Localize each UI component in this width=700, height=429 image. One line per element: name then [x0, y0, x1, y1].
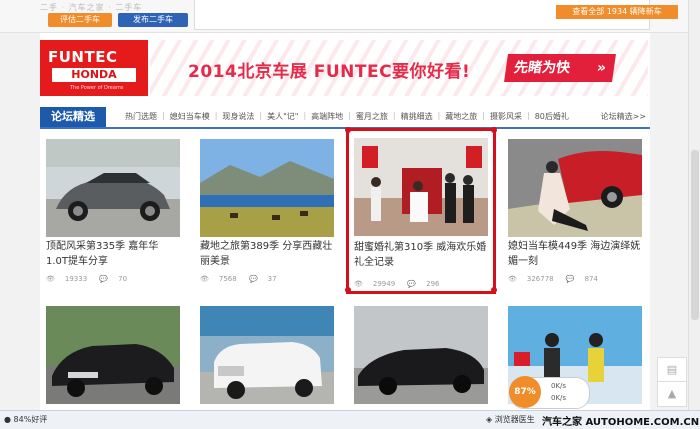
nav-item-high-end[interactable]: 高端阵地 — [306, 111, 348, 122]
nav-item-honeymoon[interactable]: 蜜月之旅 — [351, 111, 393, 122]
download-speed: 0K/s — [551, 394, 567, 402]
back-to-top-button[interactable]: ▲ — [657, 381, 687, 407]
forum-card[interactable] — [40, 300, 186, 410]
post-used-car-button[interactable]: 发布二手车 — [118, 13, 188, 27]
comment-icon: 💬 — [99, 275, 109, 283]
forum-card[interactable] — [194, 300, 340, 410]
banner-headline: 2014北京车展 FUNTEC要你好看! — [188, 62, 471, 82]
card-caption[interactable]: 藏地之旅第389季 分享西藏壮丽美景 — [200, 239, 334, 269]
banner-cta-button[interactable]: 先睹为快 » — [504, 54, 616, 82]
card-caption[interactable]: 顶配风采第335季 嘉年华1.0T提车分享 — [46, 239, 180, 269]
eye-icon: 👁 — [354, 280, 363, 288]
scrollbar-thumb[interactable] — [691, 150, 699, 320]
reply-count: 874 — [584, 275, 598, 283]
rating-text: 84%好评 — [13, 415, 48, 424]
vertical-scrollbar[interactable] — [688, 0, 700, 410]
forum-more-link[interactable]: 论坛精选>> — [601, 111, 646, 122]
funtec-honda-logo: FUNTEC HONDA The Power of Dreams — [40, 40, 148, 96]
nav-item-selection[interactable]: 精挑细选 — [396, 111, 438, 122]
chevron-right-icon: » — [595, 60, 608, 76]
browser-doctor-label: 浏览器医生 — [494, 415, 535, 424]
forum-card[interactable] — [348, 300, 494, 410]
shield-icon: ◈ — [486, 415, 493, 424]
view-all-new-cars-button[interactable]: 查看全部 1934 辆降新车 — [556, 5, 678, 19]
banner-cta-label: 先睹为快 — [512, 60, 572, 76]
eye-icon: 👁 — [508, 275, 517, 283]
card-caption[interactable]: 媳妇当车模449季 海边演绎妩媚一刻 — [508, 239, 642, 269]
forum-card[interactable]: 藏地之旅第389季 分享西藏壮丽美景 👁 7568 💬 37 — [194, 133, 340, 295]
view-count: 7568 — [218, 275, 237, 283]
logo-funtec-text: FUNTEC — [48, 48, 118, 66]
reply-count: 37 — [267, 275, 277, 283]
forum-nav-title: 论坛精选 — [40, 107, 106, 127]
comment-icon: 💬 — [248, 275, 258, 283]
card-thumbnail[interactable] — [508, 139, 642, 237]
comment-icon: 💬 — [565, 275, 575, 283]
ad-banner[interactable]: FUNTEC HONDA The Power of Dreams 2014北京车… — [40, 40, 648, 96]
new-car-box: 查看全部 1934 辆降新车 — [194, 0, 678, 30]
eye-icon: 👁 — [46, 275, 55, 283]
card-stats: 👁 326778 💬 874 — [508, 275, 608, 283]
forum-nav: 论坛精选 热门选题 | 媳妇当车模 | 现身说法 | 美人"记" | 高端阵地 | 蜜月之… — [40, 107, 650, 129]
nav-item-beauty[interactable]: 美人"记" — [262, 111, 303, 122]
card-stats: 👁 29949 💬 296 — [354, 280, 450, 288]
upload-speed: 0K/s — [551, 382, 567, 390]
network-speed-gauge[interactable]: 87% 0K/s 0K/s — [509, 376, 590, 409]
card-thumbnail[interactable] — [200, 306, 334, 404]
nav-item-80s-wedding[interactable]: 80后婚礼 — [530, 111, 574, 122]
selection-handle — [491, 287, 497, 293]
forum-nav-items: 热门选题 | 媳妇当车模 | 现身说法 | 美人"记" | 高端阵地 | 蜜月之旅 | 精挑… — [120, 111, 574, 122]
selection-handle — [345, 127, 351, 133]
nav-item-photography[interactable]: 摄影风采 — [485, 111, 527, 122]
document-icon: ▤ — [666, 363, 678, 376]
browser-status-bar: ● 84%好评 ◈ 浏览器医生 汽车之家 AUTOHOME.COM.CN — [0, 410, 700, 429]
view-count: 19333 — [64, 275, 88, 283]
nav-item-testimony[interactable]: 现身说法 — [217, 111, 259, 122]
card-thumbnail[interactable] — [354, 138, 488, 236]
sell-used-car-button[interactable]: 评估二手车 — [48, 13, 112, 27]
rating-icon: ● — [4, 415, 11, 424]
card-thumbnail[interactable] — [354, 306, 488, 404]
page: 二手 · 汽车之家 · 二手车 评估二手车 发布二手车 查看全部 1934 辆降… — [0, 0, 688, 410]
view-count: 326778 — [526, 275, 554, 283]
logo-tagline: The Power of Dreams — [70, 85, 124, 91]
card-thumbnail[interactable] — [46, 139, 180, 237]
site-watermark: 汽车之家 AUTOHOME.COM.CN — [542, 417, 700, 428]
forum-card[interactable]: 顶配风采第335季 嘉年华1.0T提车分享 👁 19333 💬 70 — [40, 133, 186, 295]
browser-doctor[interactable]: ◈ 浏览器医生 — [486, 414, 535, 425]
top-strip: 二手 · 汽车之家 · 二手车 评估二手车 发布二手车 查看全部 1934 辆降… — [0, 0, 688, 33]
logo-honda-text: HONDA — [52, 68, 136, 82]
card-stats: 👁 19333 💬 70 — [46, 275, 137, 283]
card-thumbnail[interactable] — [200, 139, 334, 237]
nav-item-hot-topics[interactable]: 热门选题 — [120, 111, 162, 122]
faded-header-text: 二手 · 汽车之家 · 二手车 — [40, 3, 143, 12]
card-stats: 👁 7568 💬 37 — [200, 275, 287, 283]
reply-count: 296 — [426, 280, 440, 288]
view-count: 29949 — [372, 280, 396, 288]
arrow-up-icon: ▲ — [667, 387, 677, 400]
selection-handle — [345, 287, 351, 293]
nav-item-tibet[interactable]: 藏地之旅 — [440, 111, 482, 122]
forum-card-selected[interactable]: 甜蜜婚礼第310季 威海欢乐婚礼全记录 👁 29949 💬 296 — [346, 128, 496, 294]
nav-item-wife-model[interactable]: 媳妇当车模 — [165, 111, 215, 122]
reply-count: 70 — [118, 275, 128, 283]
gauge-percent: 87% — [509, 376, 541, 408]
eye-icon: 👁 — [200, 275, 209, 283]
forum-card[interactable]: 媳妇当车模449季 海边演绎妩媚一刻 👁 326778 💬 874 — [502, 133, 648, 295]
comment-icon: 💬 — [407, 280, 417, 288]
selection-handle — [491, 127, 497, 133]
rating-indicator[interactable]: ● 84%好评 — [4, 414, 47, 425]
card-caption[interactable]: 甜蜜婚礼第310季 威海欢乐婚礼全记录 — [354, 240, 488, 270]
feedback-button[interactable]: ▤ — [657, 357, 687, 383]
card-thumbnail[interactable] — [46, 306, 180, 404]
